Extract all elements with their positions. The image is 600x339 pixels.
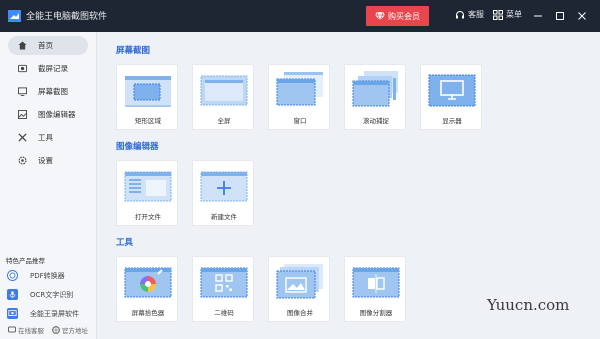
tile-new-file[interactable]: 新建文件 <box>192 160 254 226</box>
chat-icon <box>8 326 16 333</box>
online-support-link[interactable]: 在线客服 <box>8 325 44 335</box>
tile-label: 新建文件 <box>211 213 237 221</box>
sidebar-item-label: 图像编辑器 <box>38 110 76 119</box>
sidebar-item-label: 屏幕截图 <box>38 87 68 96</box>
tile-window[interactable]: 窗口 <box>268 64 330 130</box>
sidebar-item-image-editor[interactable]: 图像编辑器 <box>8 105 88 124</box>
buy-vip-button[interactable]: 购买会员 <box>366 6 429 26</box>
maximize-icon <box>556 12 564 20</box>
tile-image-splitter[interactable]: 图像分割器 <box>344 256 406 322</box>
sidebar-item-label: 截屏记录 <box>38 64 68 73</box>
image-editor-icon <box>18 110 27 119</box>
recommend-pdf-converter[interactable]: PDF转换器 <box>7 270 65 281</box>
tile-full-screen[interactable]: 全屏 <box>192 64 254 130</box>
support-button[interactable]: 客服 <box>455 9 484 20</box>
screenshot-icon <box>18 87 27 96</box>
image-splitter-icon <box>352 267 400 298</box>
sidebar-item-home[interactable]: 首页 <box>8 36 88 55</box>
grid-menu-icon <box>493 9 503 20</box>
sidebar-item-label: 工具 <box>38 133 53 142</box>
settings-icon <box>18 156 27 165</box>
tile-label: 二维码 <box>214 309 234 317</box>
headset-icon <box>456 10 464 18</box>
menu-label: 菜单 <box>506 10 522 19</box>
minimize-icon <box>534 15 542 17</box>
section-title-editor: 图像编辑器 <box>116 142 159 152</box>
tile-label: 图像合并 <box>287 309 313 317</box>
tile-label: 图像分割器 <box>359 309 393 317</box>
online-support-label: 在线客服 <box>18 327 44 335</box>
sidebar: 首页 截屏记录 屏幕截图 图像编辑器 工具 设置 特色产品推荐 PDF转换器 O… <box>0 32 97 339</box>
color-picker-icon <box>124 267 172 298</box>
open-file-icon <box>124 171 172 202</box>
section-title-tools: 工具 <box>116 238 134 248</box>
recommend-screen-recorder[interactable]: 全能王录屏软件 <box>7 308 79 319</box>
tile-scroll-capture[interactable]: 滚动捕捉 <box>344 64 406 130</box>
tile-monitor[interactable]: 显示器 <box>420 64 482 130</box>
menu-button[interactable]: 菜单 <box>493 9 522 20</box>
watermark: Yuucn.com <box>487 296 570 314</box>
main-content: 屏幕截图 矩形区域 全屏 窗口 滚动捕捉 显示器 图像编辑器 打开文件 新建文件… <box>98 32 600 339</box>
tile-label: 显示器 <box>442 117 462 125</box>
scroll-capture-icon <box>352 71 398 107</box>
recommend-ocr[interactable]: OCR文字识别 <box>7 289 73 300</box>
diamond-icon <box>375 11 385 21</box>
sidebar-item-settings[interactable]: 设置 <box>8 151 88 170</box>
window-icon <box>276 72 323 106</box>
recommend-label: 全能王录屏软件 <box>30 309 79 318</box>
minimize-button[interactable] <box>531 8 545 22</box>
app-logo-icon <box>8 10 21 22</box>
buy-vip-label: 购买会员 <box>388 11 420 21</box>
pdf-converter-icon <box>7 270 18 281</box>
image-merge-icon <box>276 264 323 299</box>
recommend-label: PDF转换器 <box>30 271 65 280</box>
tile-color-picker[interactable]: 屏幕拾色器 <box>116 256 178 322</box>
tile-label: 窗口 <box>293 117 307 125</box>
sidebar-item-label: 首页 <box>38 41 53 50</box>
tile-image-merge[interactable]: 图像合并 <box>268 256 330 322</box>
tile-open-file[interactable]: 打开文件 <box>116 160 178 226</box>
sidebar-footer: 在线客服 官方地址 <box>8 325 88 335</box>
app-title: 全能王电脑截图软件 <box>26 12 108 22</box>
tile-qr-code[interactable]: 二维码 <box>192 256 254 322</box>
microphone-icon <box>7 289 18 300</box>
home-icon <box>18 41 27 50</box>
tile-label: 滚动捕捉 <box>363 117 389 125</box>
official-site-label: 官方地址 <box>62 327 88 335</box>
rectangle-region-icon <box>125 76 171 107</box>
close-icon <box>578 12 586 20</box>
sidebar-item-records[interactable]: 截屏记录 <box>8 59 88 78</box>
sidebar-item-label: 设置 <box>38 156 53 165</box>
sidebar-item-screenshot[interactable]: 屏幕截图 <box>8 82 88 101</box>
support-label: 客服 <box>468 10 484 19</box>
globe-icon <box>52 326 60 334</box>
title-bar: 全能王电脑截图软件 购买会员 客服 菜单 <box>0 0 600 32</box>
official-site-link[interactable]: 官方地址 <box>52 325 88 335</box>
maximize-button[interactable] <box>553 8 567 22</box>
section-title-screenshot: 屏幕截图 <box>116 46 151 56</box>
full-screen-icon <box>200 75 248 106</box>
tile-label: 矩形区域 <box>135 117 161 125</box>
tile-rectangle-region[interactable]: 矩形区域 <box>116 64 178 130</box>
recommend-label: OCR文字识别 <box>30 290 74 299</box>
tile-label: 全屏 <box>217 117 231 125</box>
tools-icon <box>18 133 27 142</box>
monitor-icon <box>428 74 476 107</box>
screen-recorder-icon <box>7 308 18 319</box>
recommend-title: 特色产品推荐 <box>6 257 45 265</box>
tile-label: 打开文件 <box>135 213 161 221</box>
record-icon <box>18 64 27 73</box>
qr-code-icon <box>200 267 248 298</box>
close-button[interactable] <box>575 8 589 22</box>
tile-label: 屏幕拾色器 <box>131 309 165 317</box>
sidebar-item-tools[interactable]: 工具 <box>8 128 88 147</box>
new-file-icon <box>200 171 248 202</box>
